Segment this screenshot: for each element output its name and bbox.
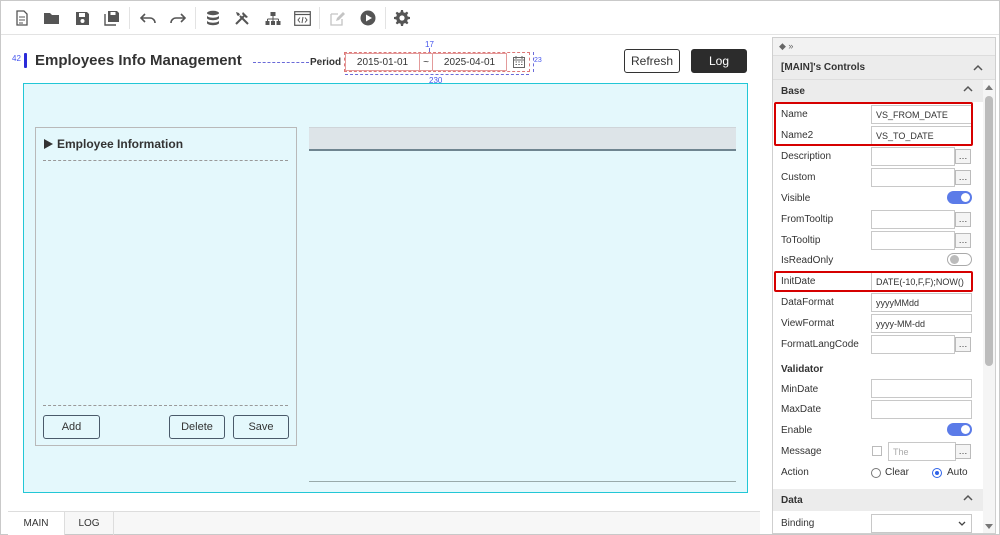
properties-panel: ◆ » [MAIN]'s Controls Base Name VS_FROM_… [772,37,996,534]
save-all-icon[interactable] [101,7,123,29]
label-fromtooltip: FromTooltip [781,214,834,225]
label-action: Action [781,467,809,478]
refresh-button[interactable]: Refresh [624,49,680,73]
binding-select[interactable] [871,514,972,533]
description-ellipsis-button[interactable]: … [955,149,971,164]
code-icon[interactable] [291,7,313,29]
page-title: Employees Info Management [35,52,242,69]
save-button[interactable]: Save [233,415,289,439]
chevron-up-icon[interactable] [973,64,983,71]
label-formatlangcode: FormatLangCode [781,339,859,350]
scroll-down-icon[interactable] [985,524,993,530]
properties-title: [MAIN]'s Controls [773,56,995,80]
calendar-icon[interactable] [510,54,528,70]
grid-bottom-line [309,481,736,482]
date-separator: ~ [420,53,432,71]
label-maxdate: MaxDate [781,404,822,415]
panel-title-text: Employee Information [57,137,184,151]
pin-icon[interactable]: ◆ » [779,41,793,52]
label-binding: Binding [781,518,815,529]
chevron-down-icon[interactable] [958,521,966,527]
totooltip-field[interactable] [871,231,955,250]
enable-toggle[interactable] [947,423,972,436]
highlight-name-box [774,102,973,146]
add-button[interactable]: Add [43,415,100,439]
label-totooltip: ToTooltip [781,235,821,246]
mindate-field[interactable] [871,379,972,398]
delete-button[interactable]: Delete [169,415,225,439]
new-file-icon[interactable] [11,7,33,29]
triangle-right-icon [44,139,53,149]
toolbar [1,1,999,35]
tab-log[interactable]: LOG [65,512,114,535]
panel-pin-bar: ◆ » [773,38,995,56]
open-folder-icon[interactable] [41,7,63,29]
play-icon[interactable] [357,7,379,29]
action-clear-label: Clear [885,467,909,478]
action-auto-label: Auto [947,467,968,478]
anno-left: 42 [12,54,21,63]
action-clear-radio[interactable] [871,468,881,478]
label-description: Description [781,151,832,162]
properties-scrollbar[interactable] [983,80,995,533]
message-field[interactable]: The [888,442,956,461]
scroll-up-icon[interactable] [985,84,993,90]
tools-icon[interactable] [231,7,253,29]
fromtooltip-field[interactable] [871,210,955,229]
label-message: Message [781,446,822,457]
label-dataformat: DataFormat [781,297,834,308]
title-marker [24,53,27,68]
undo-icon[interactable] [137,7,159,29]
chevron-up-icon [963,494,973,501]
section-base[interactable]: Base [773,80,983,102]
scrollbar-thumb[interactable] [985,96,993,366]
custom-ellipsis-button[interactable]: … [955,170,971,185]
period-label: Period [310,57,342,68]
database-icon[interactable] [202,7,224,29]
label-visible: Visible [781,193,811,204]
section-validator: Validator [781,364,824,375]
highlight-initdate-box [774,271,973,292]
log-button[interactable]: Log [691,49,747,73]
viewformat-field[interactable]: yyyy-MM-dd [871,314,972,333]
bottom-tabs: MAIN LOG [8,511,760,535]
custom-field[interactable] [871,168,955,187]
redo-icon[interactable] [167,7,189,29]
label-viewformat: ViewFormat [781,318,835,329]
from-date-input[interactable]: 2015-01-01 [345,53,420,71]
totooltip-ellipsis-button[interactable]: … [955,233,971,248]
action-auto-radio[interactable] [932,468,942,478]
fromtooltip-ellipsis-button[interactable]: … [955,212,971,227]
panel-title: Employee Information [44,137,183,151]
chevron-up-icon [963,85,973,92]
label-isreadonly: IsReadOnly [781,255,834,266]
maxdate-field[interactable] [871,400,972,419]
label-enable: Enable [781,425,813,436]
tab-main[interactable]: MAIN [8,512,65,535]
isreadonly-toggle[interactable] [947,253,972,266]
edit-icon[interactable] [326,7,348,29]
message-ellipsis-button[interactable]: … [955,444,971,459]
tree-icon[interactable] [262,7,284,29]
message-checkbox[interactable] [872,446,882,456]
to-date-input[interactable]: 2025-04-01 [432,53,507,71]
description-field[interactable] [871,147,955,166]
label-custom: Custom [781,172,816,183]
section-data[interactable]: Data [773,489,983,511]
formatlangcode-field[interactable] [871,335,955,354]
grid-header [309,127,736,151]
gear-icon[interactable] [391,7,413,29]
label-mindate: MinDate [781,384,819,395]
formatlangcode-ellipsis-button[interactable]: … [955,337,971,352]
employee-panel [35,127,297,446]
visible-toggle[interactable] [947,191,972,204]
save-icon[interactable] [71,7,93,29]
anno-right: 23 [534,57,542,64]
dataformat-field[interactable]: yyyyMMdd [871,293,972,312]
